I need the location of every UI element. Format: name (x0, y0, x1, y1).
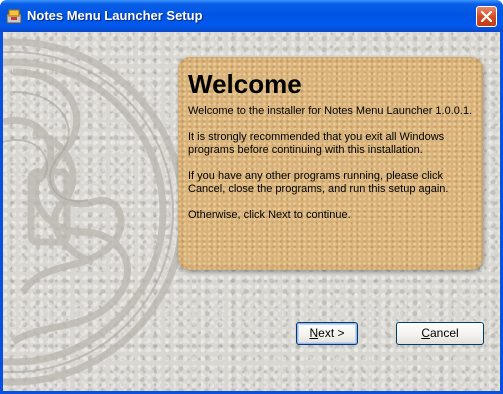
cancel-mnemonic: C (421, 326, 430, 340)
next-mnemonic: N (309, 326, 319, 340)
welcome-heading: Welcome (188, 69, 302, 99)
cancel-button[interactable]: Cancel (396, 322, 484, 345)
cancel-label: ancel (429, 326, 459, 340)
instructions-paragraph: If you have any other programs running, … (188, 170, 449, 195)
installer-window: Notes Menu Launcher Setup Welcome Welcom… (0, 0, 503, 394)
title-bar[interactable]: Notes Menu Launcher Setup (0, 0, 503, 32)
close-icon (481, 11, 492, 22)
warning-paragraph: It is strongly recommended that you exit… (188, 131, 445, 156)
close-button[interactable] (476, 6, 497, 27)
installer-app-icon[interactable] (6, 8, 22, 24)
welcome-text: Welcome to the installer for Notes Menu … (188, 105, 483, 235)
welcome-paragraph: Welcome to the installer for Notes Menu … (188, 105, 473, 117)
next-button[interactable]: Next > (296, 322, 358, 345)
celtic-knot-watermark (3, 38, 187, 386)
window-title: Notes Menu Launcher Setup (27, 8, 203, 23)
continue-paragraph: Otherwise, click Next to continue. (188, 209, 351, 221)
welcome-panel: Welcome Welcome to the installer for Not… (178, 57, 483, 270)
installer-body: Welcome Welcome to the installer for Not… (3, 32, 500, 391)
next-label: ext > (318, 326, 345, 340)
